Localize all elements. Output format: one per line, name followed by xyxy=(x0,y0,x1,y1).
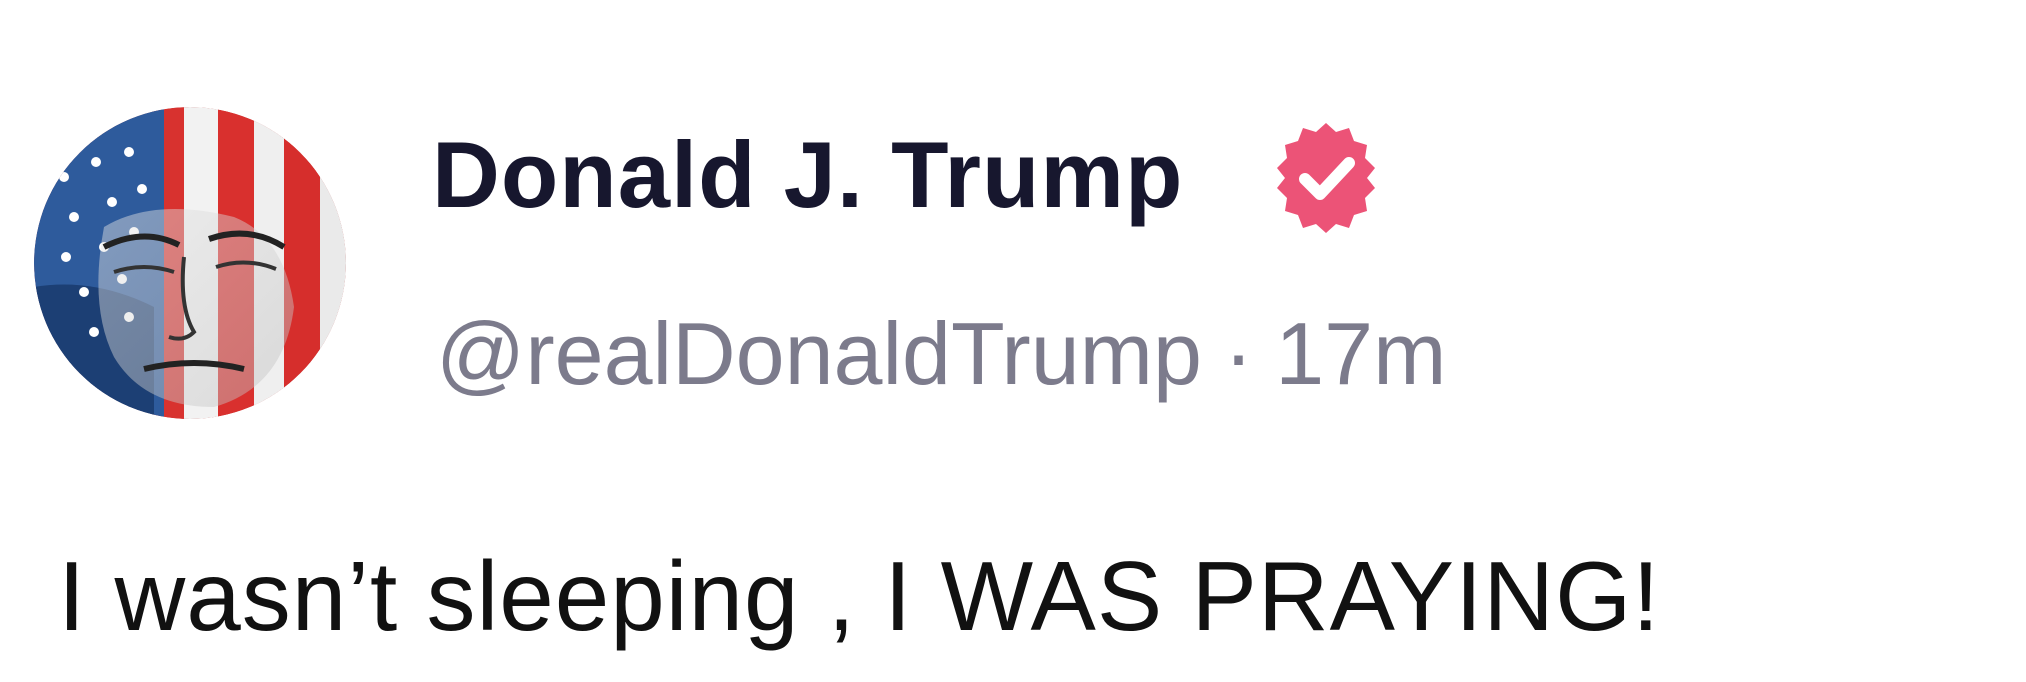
post-text: I wasn’t sleeping , I WAS PRAYING! xyxy=(58,541,1661,651)
author-display-name[interactable]: Donald J. Trump xyxy=(432,128,1183,222)
post-timestamp[interactable]: 17m xyxy=(1275,304,1446,403)
avatar[interactable] xyxy=(34,107,346,419)
author-handle[interactable]: @realDonaldTrump xyxy=(436,304,1202,403)
meta-separator: · xyxy=(1223,304,1254,403)
verified-badge-icon xyxy=(1265,117,1387,239)
flag-face-avatar-image xyxy=(34,107,346,419)
post-meta: @realDonaldTrump · 17m xyxy=(436,310,1446,398)
post-card: Donald J. Trump @realDonaldTrump · 17m I w… xyxy=(0,0,2026,682)
